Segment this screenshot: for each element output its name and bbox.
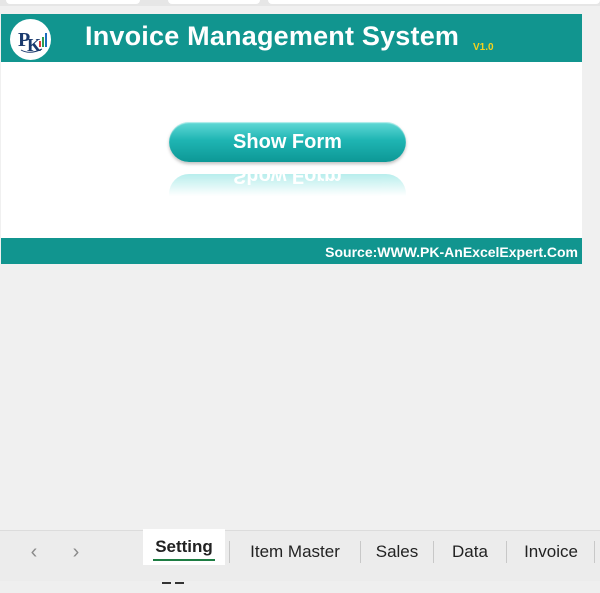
sheet-tab-item-master[interactable]: Item Master (236, 531, 354, 573)
chevron-left-icon[interactable]: ‹ (24, 539, 44, 565)
sheet-tab-label: Setting (155, 537, 213, 556)
show-form-button-reflection: Show Form (169, 174, 406, 196)
toolbar-segment (168, 0, 260, 4)
chevron-right-icon[interactable]: › (66, 539, 86, 565)
sheet-tab-bar: ‹ › Setting Item Master Sales Data Invoi… (0, 529, 600, 584)
sheet-tab-invoice[interactable]: Invoice (512, 531, 590, 573)
sheet-tab-label: Item Master (250, 542, 340, 561)
pk-logo-graphic: P K (18, 29, 47, 55)
tab-separator (360, 541, 361, 563)
status-bar-icons (162, 575, 192, 584)
source-link-text: Source:WWW.PK-AnExcelExpert.Com (325, 244, 578, 260)
tab-separator (229, 541, 230, 563)
app-title: Invoice Management System (85, 21, 460, 51)
toolbar-segment (268, 0, 600, 4)
sheet-tab-data[interactable]: Data (440, 531, 500, 573)
toolbar-segment (6, 0, 140, 4)
header-banner: P K Invoice Management System V1.0 (1, 14, 582, 62)
sheet-tab-label: Data (452, 542, 488, 561)
tab-separator (506, 541, 507, 563)
tab-separator (433, 541, 434, 563)
show-form-button[interactable]: Show Form (169, 122, 406, 162)
sheet-tab-setting[interactable]: Setting (143, 529, 225, 565)
sheet-tab-sales[interactable]: Sales (366, 531, 428, 573)
pk-logo-icon: P K (10, 19, 51, 60)
content-panel: Show Form Show Form (1, 62, 582, 238)
source-footer: Source:WWW.PK-AnExcelExpert.Com (1, 238, 582, 264)
sheet-tab-label: Invoice (524, 542, 578, 561)
tab-separator (594, 541, 595, 563)
active-tab-underline (153, 559, 215, 561)
sheet-tab-label: Sales (375, 542, 419, 561)
reflection-label: Show Form (233, 174, 342, 187)
pen-icon (175, 582, 184, 588)
version-badge: V1.0 (473, 42, 494, 53)
table-icon (162, 582, 171, 588)
